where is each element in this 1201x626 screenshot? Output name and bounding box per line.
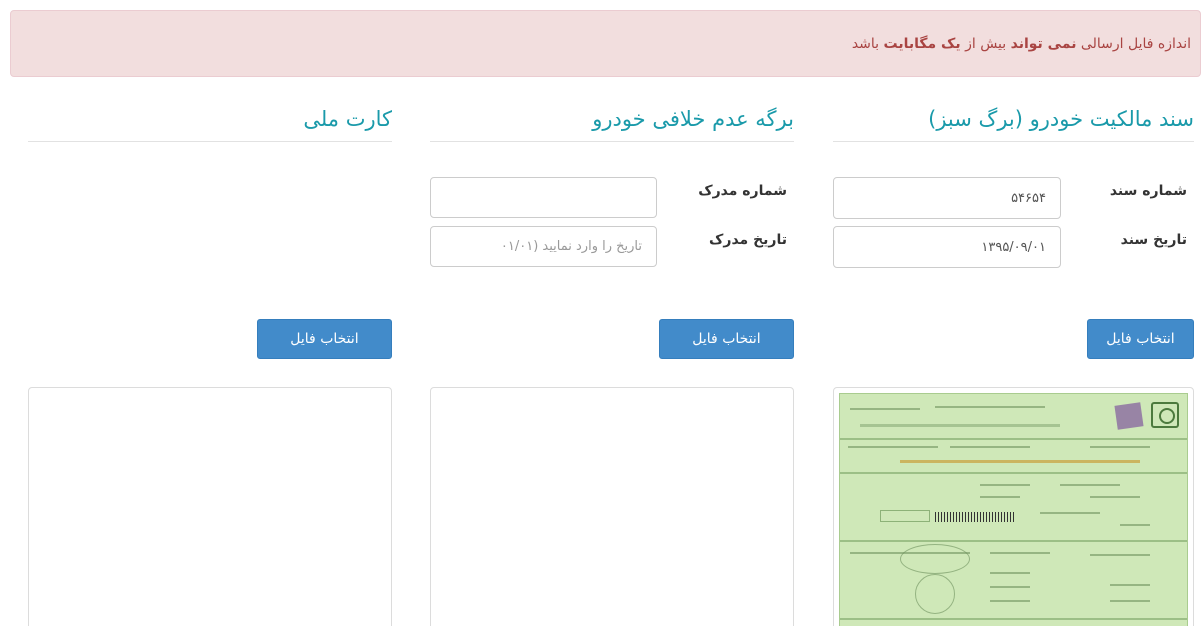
certificate-date-input[interactable] xyxy=(430,226,657,267)
document-date-input[interactable] xyxy=(833,226,1061,268)
no-violation-certificate-section: برگه عدم خلافی خودرو شماره مدرک تاریخ مد… xyxy=(430,104,794,626)
document-number-row: شماره سند xyxy=(833,177,1194,219)
document-date-label: تاریخ سند xyxy=(1120,232,1187,248)
document-date-row: تاریخ سند xyxy=(833,226,1194,268)
choose-file-button[interactable]: انتخاب فایل xyxy=(1087,319,1194,359)
national-card-section: کارت ملی انتخاب فایل xyxy=(28,104,392,626)
alert-text-mid: بیش از xyxy=(960,36,1011,52)
alert-text-strong-2: یک مگابایت xyxy=(883,36,961,52)
file-preview xyxy=(28,387,392,626)
certificate-date-row: تاریخ مدرک xyxy=(430,226,794,268)
alert-text-pre: اندازه فایل ارسالی xyxy=(1076,36,1191,52)
ownership-document-image xyxy=(839,393,1188,626)
section-title: برگه عدم خلافی خودرو xyxy=(430,104,794,142)
alert-text-post: باشد xyxy=(851,36,884,52)
choose-file-button[interactable]: انتخاب فایل xyxy=(659,319,794,359)
file-size-alert: اندازه فایل ارسالی نمی تواند بیش از یک م… xyxy=(10,10,1201,77)
file-preview xyxy=(430,387,794,626)
certificate-number-row: شماره مدرک xyxy=(430,177,794,219)
certificate-number-label: شماره مدرک xyxy=(698,183,787,199)
file-preview xyxy=(833,387,1194,626)
emblem-icon xyxy=(1151,402,1179,428)
section-title: کارت ملی xyxy=(28,104,392,142)
section-title: سند مالکیت خودرو (برگ سبز) xyxy=(833,104,1194,142)
choose-file-button[interactable]: انتخاب فایل xyxy=(257,319,392,359)
ownership-document-section: سند مالکیت خودرو (برگ سبز) شماره سند تار… xyxy=(833,104,1194,626)
upload-documents-page: اندازه فایل ارسالی نمی تواند بیش از یک م… xyxy=(0,0,1201,626)
certificate-date-label: تاریخ مدرک xyxy=(709,232,787,248)
alert-text-strong-1: نمی تواند xyxy=(1010,36,1077,52)
document-number-label: شماره سند xyxy=(1109,183,1187,199)
certificate-number-input[interactable] xyxy=(430,177,657,218)
document-number-input[interactable] xyxy=(833,177,1061,219)
stamp-icon xyxy=(1114,402,1144,430)
barcode xyxy=(935,512,1015,522)
